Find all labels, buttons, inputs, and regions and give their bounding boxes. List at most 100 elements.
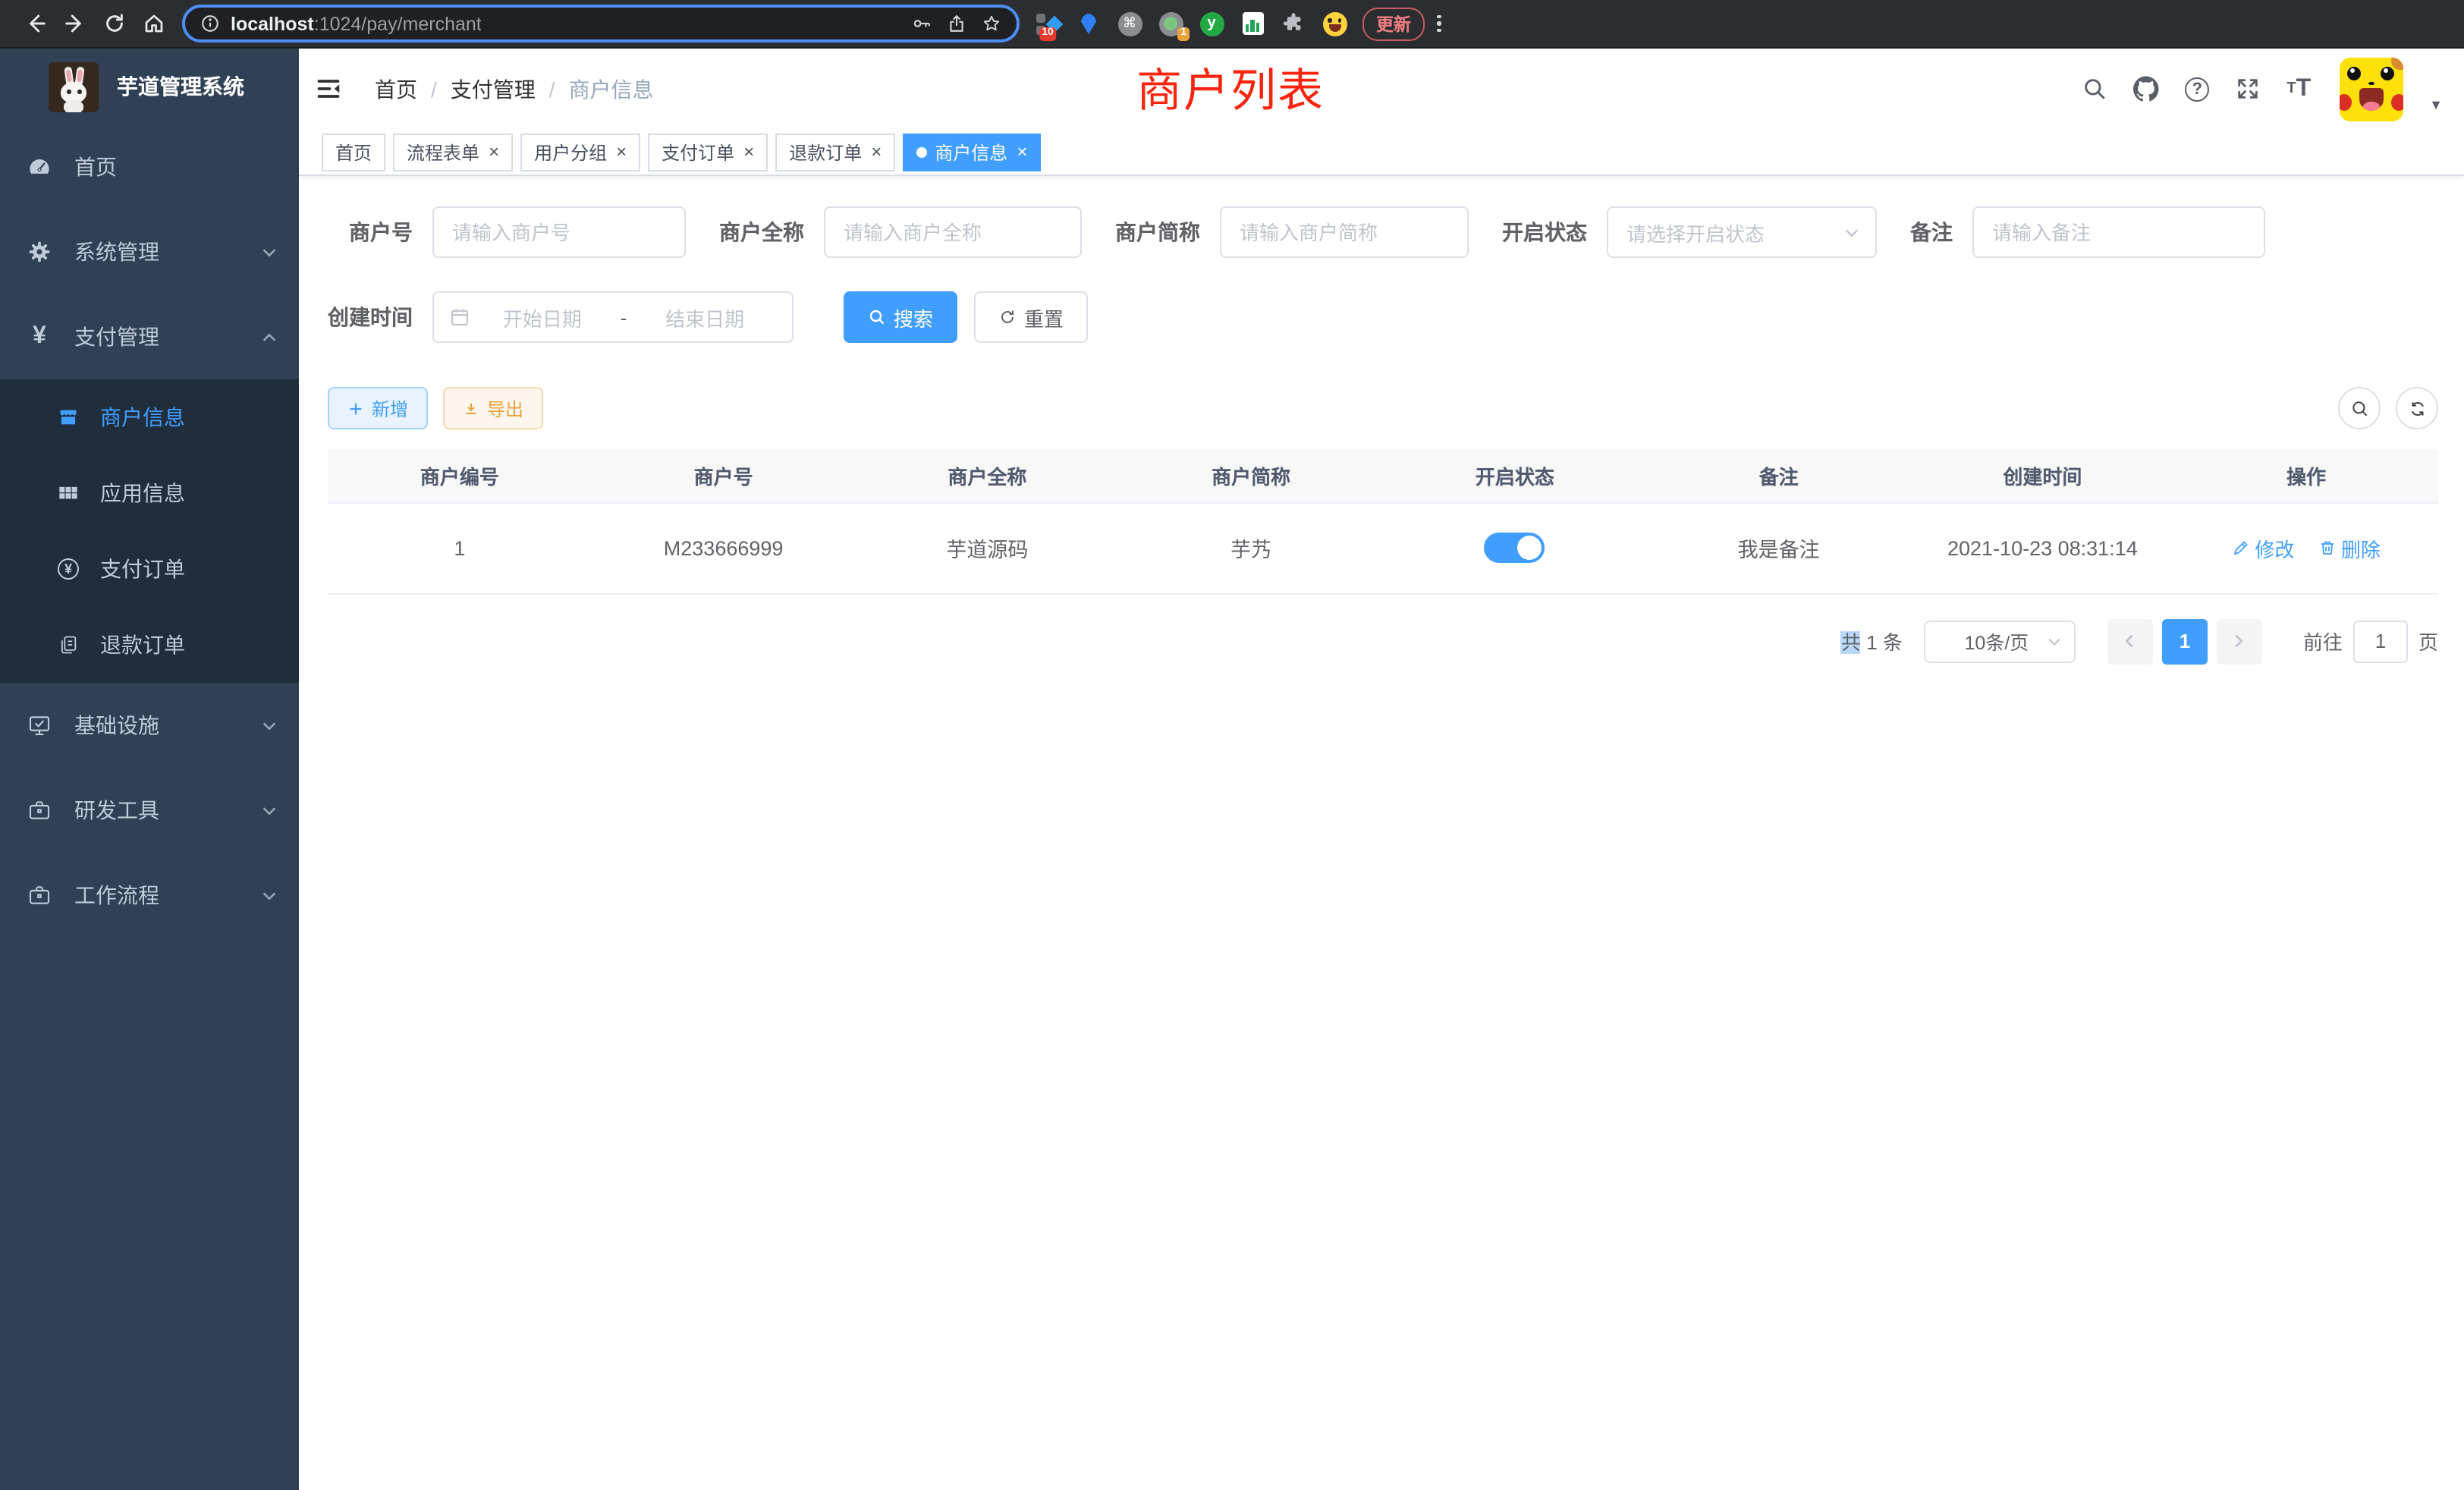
short-name-input[interactable]: [1220, 206, 1469, 258]
extensions-area: 10 ⌘ 1 y: [1035, 11, 1347, 36]
breadcrumb-home[interactable]: 首页: [375, 74, 417, 104]
site-info-icon[interactable]: [200, 14, 220, 33]
proxy-extension-icon[interactable]: 1: [1158, 11, 1183, 36]
sheet-extension-icon[interactable]: [1240, 11, 1265, 36]
page-annotation-title: 商户列表: [1136, 53, 1325, 120]
pagination-total: 共 1 条: [1841, 627, 1903, 655]
filter-form: 商户号 商户全称 商户简称 开启状态 请选择开启状态: [299, 176, 2464, 343]
address-bar[interactable]: localhost:1024/pay/merchant: [182, 5, 1020, 42]
add-button[interactable]: 新增: [328, 387, 428, 429]
url-text: localhost:1024/pay/merchant: [231, 13, 482, 34]
sidebar-item-label: 首页: [74, 152, 117, 182]
password-key-icon[interactable]: [912, 14, 932, 33]
table-toolbar: 新增 导出: [299, 387, 2464, 429]
sidebar-item-devtools[interactable]: 研发工具: [0, 768, 299, 853]
remark-input[interactable]: [1972, 206, 2265, 258]
edit-link-label: 修改: [2255, 533, 2294, 562]
short-name-label: 商户简称: [1115, 217, 1200, 247]
tab-merchant-info[interactable]: 商户信息×: [903, 133, 1041, 171]
cell-create-time: 2021-10-23 08:31:14: [1911, 502, 2175, 593]
chevron-down-icon: [1843, 224, 1860, 240]
status-toggle[interactable]: [1485, 533, 1545, 563]
tab-close-icon[interactable]: ×: [871, 143, 882, 161]
document-icon: [58, 634, 79, 655]
tab-pay-order[interactable]: 支付订单×: [648, 133, 768, 171]
sidebar-item-infra[interactable]: 基础设施: [0, 683, 299, 768]
full-name-input[interactable]: [824, 206, 1082, 258]
chevron-right-icon: [2231, 633, 2248, 649]
share-icon[interactable]: [947, 14, 966, 33]
tab-close-icon[interactable]: ×: [489, 143, 499, 161]
reset-button[interactable]: 重置: [974, 291, 1088, 343]
sidebar-item-pay[interactable]: ¥ 支付管理: [0, 294, 299, 379]
table-header-row: 商户编号 商户号 商户全称 商户简称 开启状态 备注 创建时间 操作: [328, 449, 2438, 502]
goto-page-input[interactable]: [2353, 620, 2408, 662]
emoji-extension-icon[interactable]: [1322, 11, 1347, 36]
tab-label: 用户分组: [534, 139, 607, 165]
cell-short-name: 芋艿: [1119, 502, 1383, 593]
navbar-actions: ? TT ▼: [2082, 57, 2443, 121]
browser-update-button[interactable]: 更新: [1362, 7, 1425, 40]
tab-close-icon[interactable]: ×: [743, 143, 754, 161]
cell-merchant-id: M233666999: [592, 502, 856, 593]
breadcrumb-pay[interactable]: 支付管理: [451, 74, 536, 104]
tab-user-group[interactable]: 用户分组 ×: [520, 133, 640, 171]
browser-forward-icon[interactable]: [55, 4, 94, 43]
column-header: 商户全称: [856, 449, 1120, 502]
sidebar-item-app-info[interactable]: 应用信息: [0, 455, 299, 531]
tab-close-icon[interactable]: ×: [1017, 143, 1027, 161]
tab-refund-order[interactable]: 退款订单×: [775, 133, 895, 171]
user-avatar[interactable]: [2340, 57, 2403, 121]
dashboard-icon: [27, 155, 52, 179]
sidebar-item-system[interactable]: 系统管理: [0, 209, 299, 294]
y-extension-icon[interactable]: y: [1199, 11, 1224, 36]
refresh-table-button[interactable]: [2396, 387, 2438, 429]
sidebar-item-home[interactable]: 首页: [0, 124, 299, 209]
sidebar-item-refund-order[interactable]: 退款订单: [0, 607, 299, 683]
merchant-no-input[interactable]: [432, 206, 686, 258]
prev-page-button[interactable]: [2107, 618, 2153, 664]
active-tab-dot: [916, 146, 927, 157]
browser-back-icon[interactable]: [15, 4, 55, 43]
create-time-range-picker[interactable]: 开始日期 - 结束日期: [432, 291, 794, 343]
app-logo-row[interactable]: 芋道管理系统: [0, 49, 299, 124]
browser-reload-icon[interactable]: [94, 4, 134, 43]
sidebar-item-workflow[interactable]: 工作流程: [0, 853, 299, 938]
help-icon[interactable]: ?: [2185, 77, 2209, 101]
collapse-sidebar-icon[interactable]: [313, 74, 343, 104]
page-size-select[interactable]: 10条/页: [1924, 620, 2076, 662]
header-search-icon[interactable]: [2082, 76, 2107, 102]
search-button[interactable]: 搜索: [844, 291, 957, 343]
tab-close-icon[interactable]: ×: [616, 143, 627, 161]
yen-circle-icon: ¥: [58, 558, 79, 580]
command-extension-icon[interactable]: ⌘: [1117, 11, 1142, 36]
tampermonkey-extension-icon[interactable]: 10: [1035, 11, 1061, 36]
bookmark-star-icon[interactable]: [982, 14, 1001, 33]
next-page-button[interactable]: [2217, 618, 2262, 664]
toggle-search-button[interactable]: [2338, 387, 2381, 429]
sidebar-item-label: 基础设施: [74, 710, 159, 740]
sidebar-item-label: 研发工具: [74, 795, 159, 825]
export-button[interactable]: 导出: [443, 387, 543, 429]
github-icon[interactable]: [2133, 76, 2159, 102]
avatar-caret-icon[interactable]: ▼: [2429, 96, 2443, 112]
fullscreen-icon[interactable]: [2235, 76, 2261, 102]
status-select[interactable]: 请选择开启状态: [1607, 206, 1877, 258]
pin-extension-icon[interactable]: [1076, 11, 1102, 36]
sidebar-item-merchant-info[interactable]: 商户信息: [0, 379, 299, 455]
cell-full-name: 芋道源码: [856, 502, 1120, 593]
reset-button-label: 重置: [1024, 303, 1064, 332]
column-header: 商户编号: [328, 449, 592, 502]
font-size-icon[interactable]: TT: [2286, 75, 2311, 102]
tab-home[interactable]: 首页: [322, 133, 385, 171]
edit-link[interactable]: 修改: [2232, 533, 2294, 562]
extensions-puzzle-icon[interactable]: [1281, 11, 1306, 36]
page-number-1[interactable]: 1: [2162, 618, 2208, 664]
browser-menu-icon[interactable]: [1437, 15, 1441, 33]
browser-home-icon[interactable]: [134, 4, 173, 43]
plus-icon: [347, 400, 364, 417]
sidebar-item-label: 工作流程: [74, 880, 159, 910]
tab-process-form[interactable]: 流程表单×: [393, 133, 513, 171]
delete-link[interactable]: 删除: [2318, 533, 2381, 562]
sidebar-item-pay-order[interactable]: ¥ 支付订单: [0, 531, 299, 607]
